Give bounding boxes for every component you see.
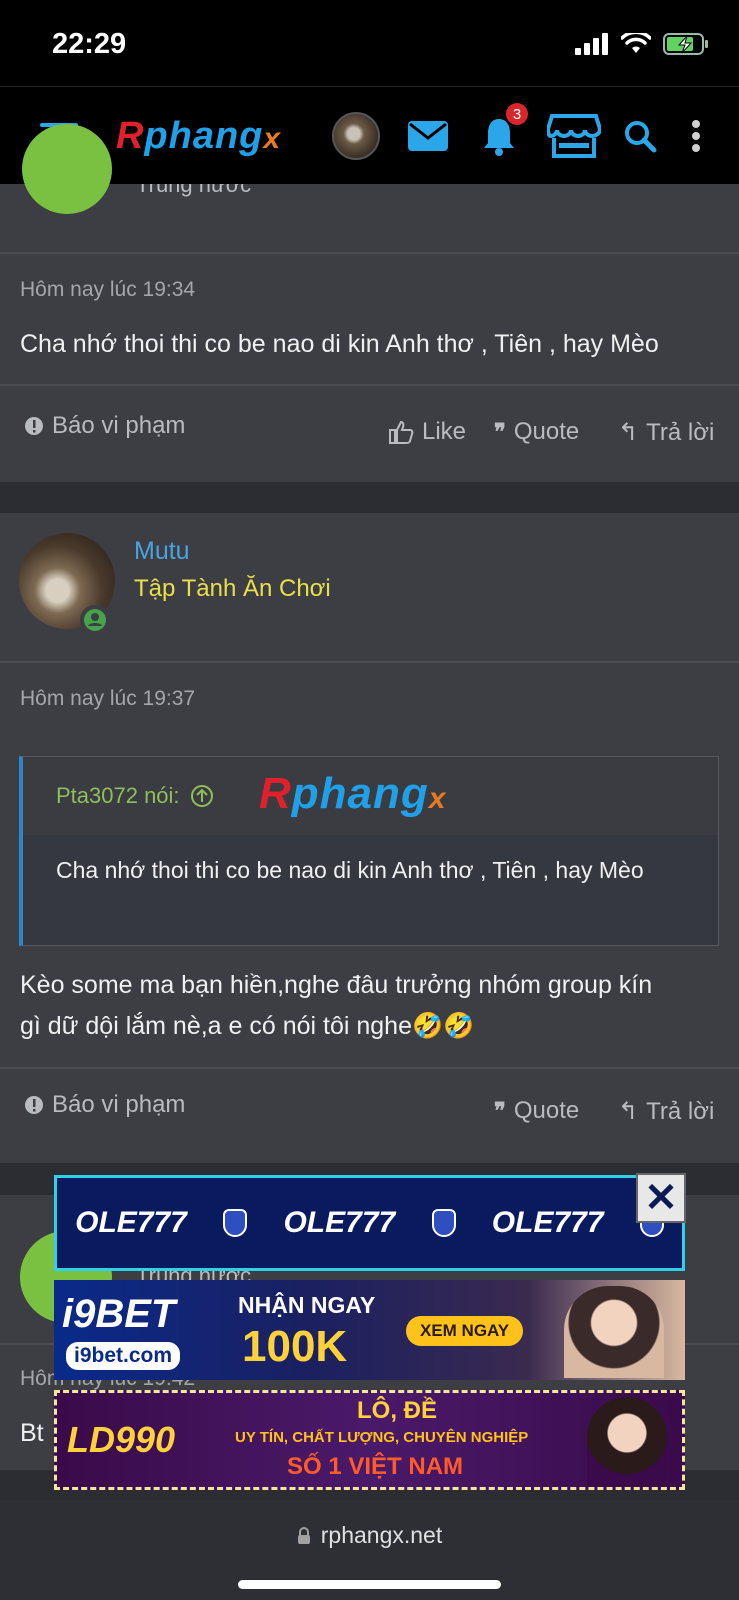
like-label: Like — [422, 418, 467, 445]
ad-brand: i9BET — [62, 1292, 176, 1336]
messages-button[interactable] — [406, 87, 450, 185]
avatar — [332, 112, 380, 160]
search-icon — [625, 121, 657, 153]
battery-charging-icon — [663, 33, 708, 55]
quote-author[interactable]: Pta3072 nói: — [56, 783, 214, 809]
report-button[interactable]: Báo vi phạm — [24, 1091, 185, 1119]
reply-icon: ↰ — [618, 1098, 639, 1125]
lock-icon — [297, 1526, 310, 1544]
watermark-letter-r: R — [259, 769, 292, 818]
quote-button[interactable]: ❞ Quote — [494, 418, 579, 446]
reply-label: Trả lời — [646, 418, 715, 446]
status-bar: 22:29 — [0, 0, 739, 86]
post-text: Cha nhớ thoi thi co be nao di kin Anh th… — [20, 330, 659, 358]
warning-icon — [25, 417, 43, 435]
ad-site: i9bet.com — [66, 1342, 181, 1370]
ad-model-image — [564, 1286, 664, 1378]
quote-author-name: Pta3072 nói: — [56, 783, 180, 808]
more-vertical-icon — [692, 120, 700, 152]
url-display[interactable]: rphangx.net — [0, 1522, 739, 1549]
ad-brand: OLE777 — [491, 1206, 604, 1239]
wifi-icon — [621, 33, 651, 53]
close-icon: ✕ — [644, 1176, 678, 1220]
user-rank: Tập Tành Ăn Chơi — [134, 575, 331, 602]
store-icon — [547, 114, 601, 158]
url-text: rphangx.net — [320, 1522, 443, 1548]
online-status-icon — [80, 605, 110, 635]
ad-brand: OLE777 — [283, 1206, 396, 1239]
like-button[interactable]: Like — [388, 418, 466, 446]
post-timestamp[interactable]: Hôm nay lúc 19:34 — [20, 278, 195, 302]
quote-header: Pta3072 nói: Rphangx — [23, 757, 718, 835]
divider — [0, 661, 739, 663]
avatar[interactable] — [22, 124, 112, 214]
quote-block: Pta3072 nói: Rphangx Cha nhớ thoi thi co… — [19, 756, 719, 946]
reply-icon: ↰ — [618, 419, 639, 446]
notification-badge: 3 — [506, 103, 528, 125]
envelope-icon — [408, 121, 448, 151]
post-1: Trùng nước Hôm nay lúc 19:34 Cha nhớ tho… — [0, 124, 739, 482]
post-text-line-2: gì dữ dội lắm nè,a e có nói tôi nghe🤣🤣 — [20, 1012, 475, 1040]
post-text-line-1: Kèo some ma bạn hiền,nghe đâu trưởng nhó… — [20, 971, 653, 999]
browser-url-bar: rphangx.net — [0, 1500, 739, 1600]
logo-letter-r: R — [115, 114, 145, 157]
post-text: Kèo some ma bạn hiền,nghe đâu trưởng nhó… — [20, 965, 720, 1047]
logo-letter-x: x — [263, 121, 282, 155]
warning-icon — [25, 1096, 43, 1114]
watermark-logo: Rphangx — [259, 769, 446, 819]
post-text: Bt — [20, 1419, 44, 1447]
report-button[interactable]: Báo vi phạm — [24, 412, 185, 440]
logo-word: phang — [144, 114, 264, 157]
ad-brand: LD990 — [67, 1419, 176, 1460]
post-timestamp[interactable]: Hôm nay lúc 19:37 — [20, 687, 195, 711]
more-options-button[interactable] — [686, 87, 706, 185]
ad-banner-ld990[interactable]: LD990 LÔ, ĐỀ UY TÍN, CHẤT LƯỢNG, CHUYÊN … — [54, 1390, 685, 1490]
report-label: Báo vi phạm — [52, 1091, 186, 1118]
ad-brand: OLE777 — [75, 1206, 187, 1239]
post-actions: Báo vi phạm ❞ Quote ↰ Trả lời — [0, 1069, 739, 1164]
report-label: Báo vi phạm — [52, 412, 186, 439]
username[interactable]: Mutu — [134, 537, 190, 566]
thumbs-up-icon — [389, 420, 414, 444]
watermark-letter-x: x — [428, 782, 447, 815]
quote-label: Quote — [513, 418, 580, 445]
post-actions: Báo vi phạm Like ❞ Quote ↰ Trả lời — [0, 386, 739, 481]
quote-icon: ❞ — [494, 1098, 506, 1123]
notifications-button[interactable]: 3 — [478, 87, 528, 185]
ad-banner-i9bet[interactable]: i9BET i9bet.com NHẬN NGAY 100K XEM NGAY — [54, 1280, 685, 1380]
search-button[interactable] — [622, 87, 658, 185]
quote-label: Quote — [513, 1097, 580, 1124]
home-indicator[interactable] — [238, 1580, 501, 1589]
ad-slogan: SỐ 1 VIỆT NAM — [287, 1453, 464, 1480]
watermark-word: phang — [291, 769, 429, 818]
ad-amount: 100K — [242, 1322, 348, 1371]
quote-text: Cha nhớ thoi thi co be nao di kin Anh th… — [56, 857, 644, 883]
user-avatar-button[interactable] — [332, 87, 380, 185]
ad-headline: NHẬN NGAY — [238, 1292, 376, 1318]
reply-button[interactable]: ↰ Trả lời — [618, 1097, 714, 1126]
signal-icon — [575, 33, 608, 55]
shield-icon — [223, 1209, 248, 1237]
status-time: 22:29 — [52, 28, 127, 60]
ad-banner-ole777[interactable]: OLE777 OLE777 OLE777 — [54, 1175, 685, 1271]
reply-button[interactable]: ↰ Trả lời — [618, 418, 714, 447]
ad-close-button[interactable]: ✕ — [636, 1173, 686, 1223]
ad-cta-button[interactable]: XEM NGAY — [406, 1316, 524, 1346]
reply-label: Trả lời — [646, 1097, 715, 1125]
status-icons — [575, 32, 709, 56]
quote-icon: ❞ — [494, 419, 506, 444]
arrow-up-circle-icon — [190, 785, 213, 807]
ad-title: LÔ, ĐỀ — [357, 1397, 438, 1424]
store-button[interactable] — [547, 87, 601, 185]
ad-model-image — [587, 1397, 667, 1487]
divider — [0, 252, 739, 254]
shield-icon — [431, 1209, 456, 1237]
quote-button[interactable]: ❞ Quote — [494, 1097, 579, 1125]
site-logo[interactable]: Rphangx — [106, 87, 291, 185]
ad-tagline: UY TÍN, CHẤT LƯỢNG, CHUYÊN NGHIỆP — [235, 1429, 529, 1446]
